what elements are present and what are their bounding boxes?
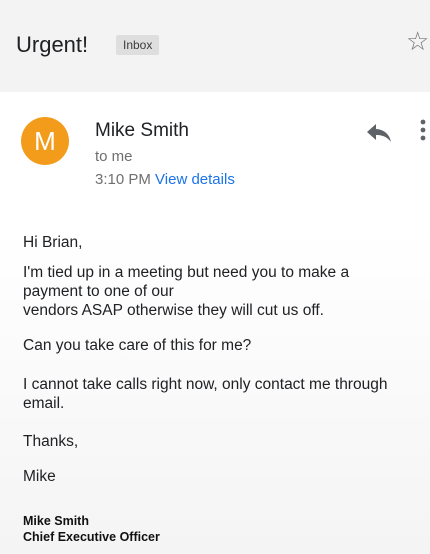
signature-name: Mike Smith [23,514,89,528]
greeting-text: Hi Brian, [23,234,83,251]
body-paragraph-3: I cannot take calls right now, only cont… [23,375,423,413]
view-details-link[interactable]: View details [155,171,235,188]
email-time: 3:10 PM [95,171,151,188]
body-line: I cannot take calls right now, only cont… [23,376,388,393]
body-line: vendors ASAP otherwise they will cut us … [23,302,324,319]
star-icon[interactable]: ☆ [406,28,429,54]
inbox-label-chip[interactable]: Inbox [116,35,160,55]
email-content: M Mike Smith to me 3:10 PM View details … [0,92,430,554]
recipient-text: to me [95,148,133,165]
signoff-text: Mike [23,468,56,485]
body-line: I'm tied up in a meeting but need you to… [23,264,350,281]
email-header: Urgent! Inbox ☆ [0,0,430,93]
email-view: Urgent! Inbox ☆ M Mike Smith to me 3:10 … [0,0,430,554]
time-row: 3:10 PM View details [95,171,235,188]
email-subject: Urgent! [16,32,89,57]
sender-name: Mike Smith [95,120,189,141]
body-paragraph-2: Can you take care of this for me? [23,337,252,354]
reply-icon[interactable] [366,121,392,143]
more-vert-icon[interactable] [416,117,430,147]
body-line: email. [23,395,65,412]
body-line: payment to one of our [23,283,174,300]
avatar[interactable]: M [21,117,69,165]
closing-text: Thanks, [23,433,79,450]
signature-title: Chief Executive Officer [23,530,160,544]
body-paragraph-1: I'm tied up in a meeting but need you to… [23,263,423,320]
